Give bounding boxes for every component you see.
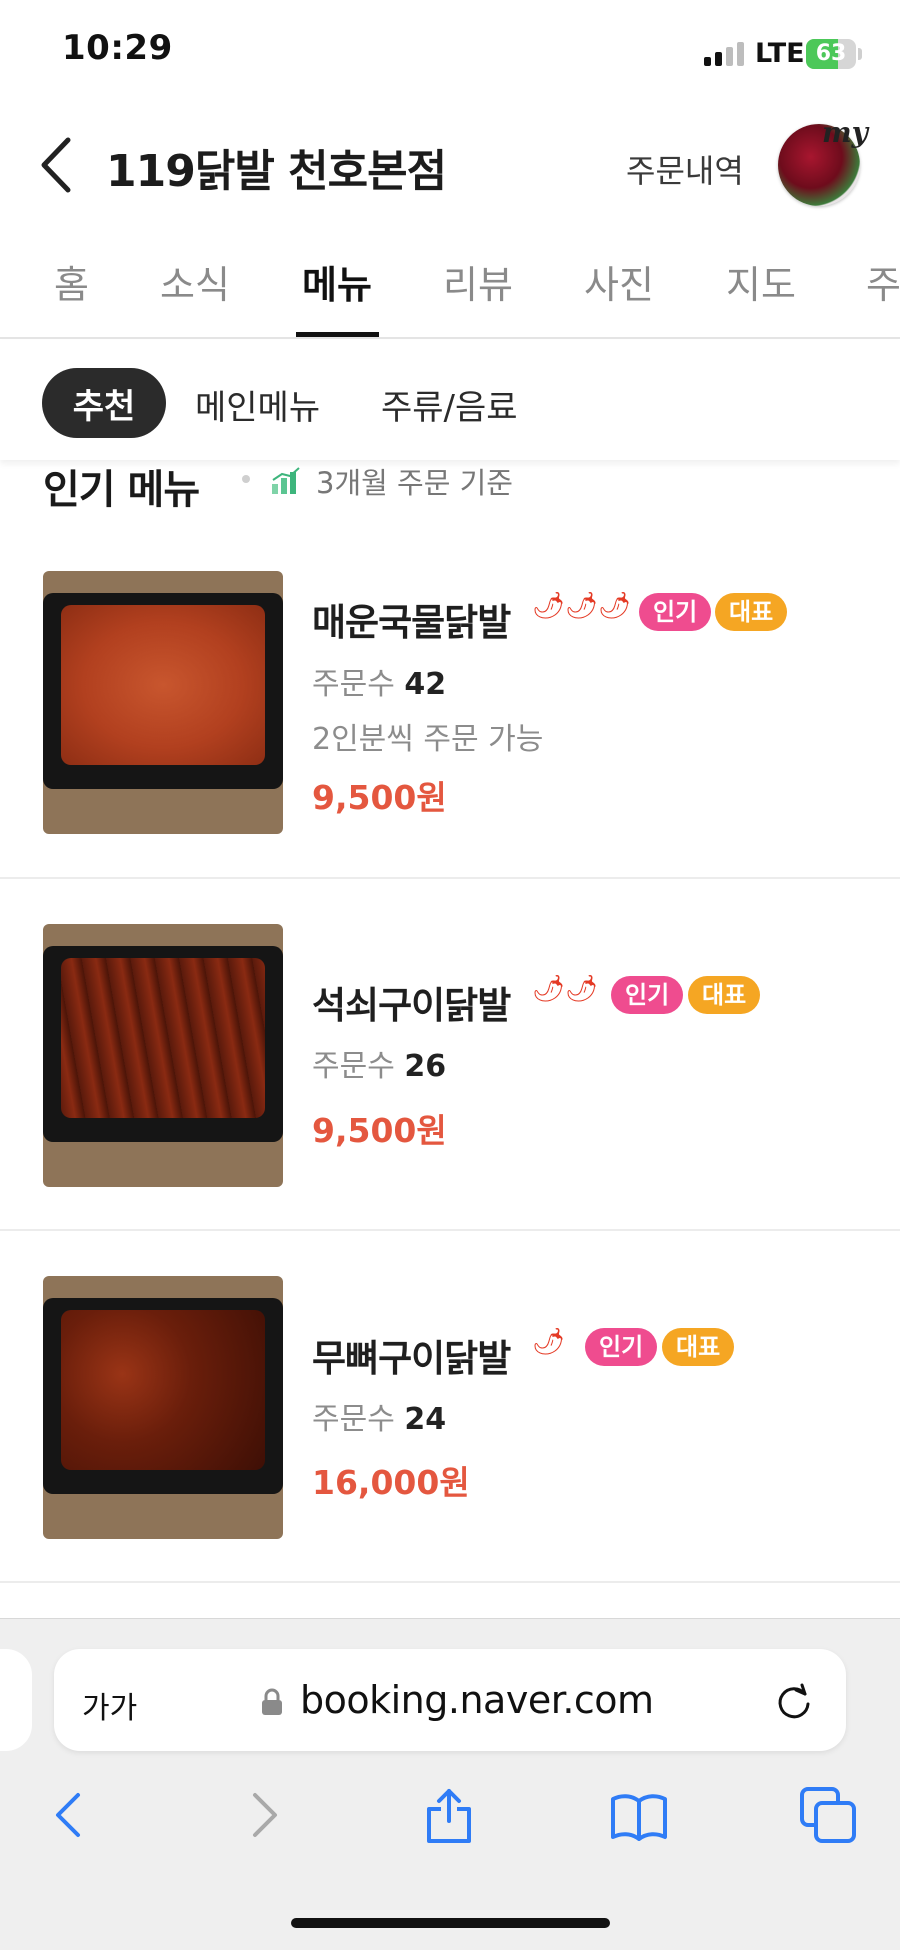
section-subtitle: 3개월 주문 기준 <box>316 466 513 500</box>
menu-item-price: 9,500원 <box>312 778 447 817</box>
url-text[interactable]: booking.naver.com <box>300 1678 654 1722</box>
menu-item-image <box>43 924 283 1187</box>
order-count-value: 24 <box>404 1402 447 1437</box>
menu-item-image <box>43 1276 283 1539</box>
chevron-left-icon <box>41 137 71 193</box>
badge-signature: 대표 <box>688 976 761 1014</box>
tabs-divider <box>0 337 900 339</box>
menu-item-name: 석쇠구이닭발 <box>312 984 511 1027</box>
tab-menu[interactable]: 메뉴 <box>302 254 372 309</box>
order-count: 주문수 24 <box>312 1394 446 1438</box>
tab-map[interactable]: 지도 <box>726 254 796 309</box>
order-history-link[interactable]: 주문내역 <box>626 146 744 192</box>
reload-icon[interactable] <box>774 1682 814 1722</box>
tab-more[interactable]: 주 <box>866 254 900 309</box>
tab-news[interactable]: 소식 <box>160 254 230 309</box>
share-icon[interactable] <box>419 1785 479 1845</box>
order-count: 주문수 42 <box>312 659 446 703</box>
menu-item[interactable]: 무뼈구이닭발 🌶 인기 대표 주문수 24 16,000원 <box>0 1231 900 1583</box>
badge-popular: 인기 <box>611 976 684 1014</box>
signal-strength-icon <box>704 40 748 66</box>
browser-back-icon[interactable] <box>40 1785 100 1845</box>
category-chip-main-menu[interactable]: 메인메뉴 <box>195 380 320 429</box>
tab-reviews[interactable]: 리뷰 <box>443 254 513 309</box>
tab-photos[interactable]: 사진 <box>584 254 654 309</box>
menu-item-image <box>43 571 283 834</box>
order-count-label: 주문수 <box>312 1049 395 1084</box>
text-size-button[interactable]: 가가 <box>82 1683 137 1727</box>
home-indicator <box>291 1918 610 1928</box>
bookmarks-icon[interactable] <box>609 1785 669 1845</box>
tab-bar: 홈 소식 메뉴 리뷰 사진 지도 주 <box>0 240 900 338</box>
order-count-value: 42 <box>404 667 447 702</box>
badge-signature: 대표 <box>662 1328 735 1366</box>
previous-tab-preview[interactable] <box>0 1649 32 1751</box>
badge-popular: 인기 <box>585 1328 658 1366</box>
category-chip-recommended[interactable]: 추천 <box>42 368 166 438</box>
avatar-label: my <box>822 116 868 149</box>
menu-item[interactable]: 석쇠구이닭발 🌶🌶 인기 대표 주문수 26 9,500원 <box>0 879 900 1231</box>
section-separator-dot <box>242 475 250 483</box>
menu-item-note: 2인분씩 주문 가능 <box>312 722 544 757</box>
network-type: LTE <box>755 38 805 69</box>
chili-pepper-icon: 🌶🌶🌶 <box>532 591 632 621</box>
status-time: 10:29 <box>62 28 173 68</box>
tab-home[interactable]: 홈 <box>54 254 89 309</box>
order-count-label: 주문수 <box>312 1402 395 1437</box>
menu-item-price: 16,000원 <box>312 1463 470 1502</box>
chili-pepper-icon: 🌶🌶 <box>532 974 599 1004</box>
store-title: 119닭발 천호본점 <box>106 146 447 197</box>
tabs-icon[interactable] <box>798 1785 858 1845</box>
order-count-label: 주문수 <box>312 667 395 702</box>
bar-chart-icon <box>272 467 300 494</box>
menu-item-price: 9,500원 <box>312 1111 447 1150</box>
lock-icon <box>262 1688 282 1715</box>
back-button[interactable] <box>36 132 80 198</box>
badge-popular: 인기 <box>639 593 712 631</box>
section-title: 인기 메뉴 <box>43 467 200 513</box>
battery-cap <box>858 48 862 60</box>
order-count-value: 26 <box>404 1049 447 1084</box>
menu-item-name: 무뼈구이닭발 <box>312 1337 511 1380</box>
menu-item[interactable]: 매운국물닭발 🌶🌶🌶 인기 대표 주문수 42 2인분씩 주문 가능 9,500… <box>0 527 900 879</box>
chili-pepper-icon: 🌶 <box>532 1327 566 1357</box>
menu-divider <box>0 1581 900 1583</box>
browser-forward-icon[interactable] <box>233 1785 293 1845</box>
category-chip-drinks[interactable]: 주류/음료 <box>381 380 518 429</box>
battery-icon: 63 <box>806 39 856 69</box>
badge-signature: 대표 <box>715 593 788 631</box>
battery-level: 63 <box>815 41 847 66</box>
order-count: 주문수 26 <box>312 1041 446 1085</box>
menu-item-name: 매운국물닭발 <box>312 601 511 644</box>
